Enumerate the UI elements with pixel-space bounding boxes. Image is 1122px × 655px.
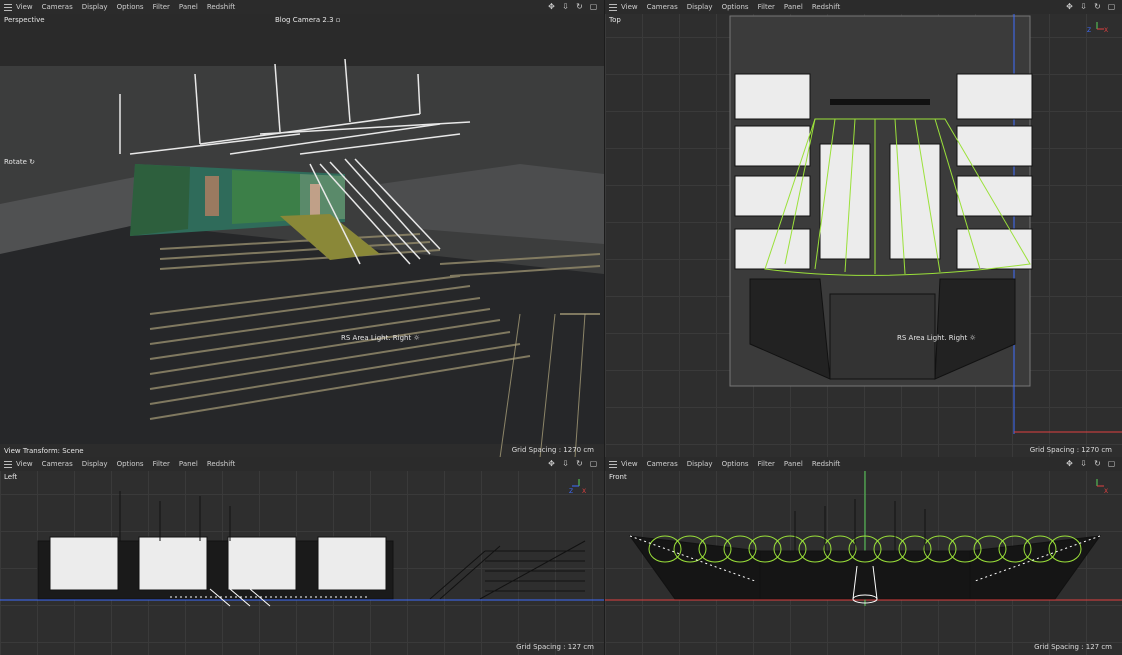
viewport-nav-icons: ✥ ⇩ ↻ ▢ xyxy=(1065,459,1116,468)
rotate-icon[interactable]: ↻ xyxy=(1093,459,1102,468)
svg-text:Z: Z xyxy=(1087,27,1091,34)
menu-view[interactable]: View xyxy=(16,3,33,11)
move-icon[interactable]: ✥ xyxy=(1065,459,1074,468)
move-icon[interactable]: ✥ xyxy=(547,459,556,468)
menu-cameras[interactable]: Cameras xyxy=(647,3,678,11)
svg-text:X: X xyxy=(1104,27,1108,34)
perspective-scene xyxy=(0,14,604,458)
menu-redshift[interactable]: Redshift xyxy=(812,3,840,11)
menu-filter[interactable]: Filter xyxy=(153,460,170,468)
hamburger-icon[interactable] xyxy=(4,460,12,468)
viewport-label: Front xyxy=(609,473,627,481)
hamburger-icon[interactable] xyxy=(4,3,12,11)
light-icon: ☼ xyxy=(969,334,976,342)
maximize-icon[interactable]: ▢ xyxy=(589,2,598,11)
maximize-icon[interactable]: ▢ xyxy=(1107,2,1116,11)
camera-icon: ▫ xyxy=(335,16,341,24)
maximize-icon[interactable]: ▢ xyxy=(589,459,598,468)
rotate-icon[interactable]: ↻ xyxy=(575,2,584,11)
maximize-icon[interactable]: ▢ xyxy=(1107,459,1116,468)
pan-icon[interactable]: ⇩ xyxy=(1079,2,1088,11)
viewport-menubar: View Cameras Display Options Filter Pane… xyxy=(0,457,604,471)
viewport-menubar: View Cameras Display Options Filter Pane… xyxy=(605,457,1122,471)
menu-display[interactable]: Display xyxy=(687,460,713,468)
menu-options[interactable]: Options xyxy=(117,460,144,468)
menu-cameras[interactable]: Cameras xyxy=(42,3,73,11)
menu-options[interactable]: Options xyxy=(117,3,144,11)
front-scene xyxy=(605,471,1122,606)
view-transform: View Transform: Scene xyxy=(4,447,84,455)
viewport-nav-icons: ✥ ⇩ ↻ ▢ xyxy=(1065,2,1116,11)
camera-name[interactable]: Blog Camera 2.3 ▫ xyxy=(275,16,341,24)
grid-spacing: Grid Spacing : 1270 cm xyxy=(511,446,594,454)
viewport-nav-icons: ✥ ⇩ ↻ ▢ xyxy=(547,459,598,468)
move-icon[interactable]: ✥ xyxy=(547,2,556,11)
move-icon[interactable]: ✥ xyxy=(1065,2,1074,11)
pan-icon[interactable]: ⇩ xyxy=(561,459,570,468)
svg-text:Z: Z xyxy=(569,488,573,495)
menu-options[interactable]: Options xyxy=(722,460,749,468)
grid-spacing: Grid Spacing : 1270 cm xyxy=(1029,446,1112,454)
menu-redshift[interactable]: Redshift xyxy=(207,3,235,11)
menu-cameras[interactable]: Cameras xyxy=(42,460,73,468)
viewport-label: Left xyxy=(4,473,18,481)
left-scene xyxy=(0,491,604,607)
viewport-front[interactable]: View Cameras Display Options Filter Pane… xyxy=(605,457,1122,655)
pan-icon[interactable]: ⇩ xyxy=(561,2,570,11)
top-scene xyxy=(729,14,1122,434)
viewport-menubar: View Cameras Display Options Filter Pane… xyxy=(0,0,604,14)
rotate-label: Rotate ↻ xyxy=(4,158,36,166)
viewport-label: Top xyxy=(609,16,621,24)
menu-display[interactable]: Display xyxy=(82,460,108,468)
menu-filter[interactable]: Filter xyxy=(153,3,170,11)
pan-icon[interactable]: ⇩ xyxy=(1079,459,1088,468)
axis-gizmo: Z X xyxy=(1087,22,1108,34)
svg-text:X: X xyxy=(582,488,586,495)
menu-filter[interactable]: Filter xyxy=(758,460,775,468)
menu-redshift[interactable]: Redshift xyxy=(207,460,235,468)
light-icon: ☼ xyxy=(413,334,420,342)
menu-cameras[interactable]: Cameras xyxy=(647,460,678,468)
axis-gizmo: X xyxy=(1096,479,1108,495)
menu-panel[interactable]: Panel xyxy=(784,3,803,11)
menu-options[interactable]: Options xyxy=(722,3,749,11)
front-masts xyxy=(794,499,926,551)
grid-spacing: Grid Spacing : 127 cm xyxy=(1034,643,1112,651)
menu-view[interactable]: View xyxy=(621,460,638,468)
hamburger-icon[interactable] xyxy=(609,460,617,468)
menu-panel[interactable]: Panel xyxy=(179,460,198,468)
viewport-nav-icons: ✥ ⇩ ↻ ▢ xyxy=(547,2,598,11)
menu-filter[interactable]: Filter xyxy=(758,3,775,11)
rotate-mode-icon: ↻ xyxy=(29,158,36,166)
menu-panel[interactable]: Panel xyxy=(179,3,198,11)
menu-view[interactable]: View xyxy=(621,3,638,11)
menu-display[interactable]: Display xyxy=(82,3,108,11)
menu-display[interactable]: Display xyxy=(687,3,713,11)
light-label: RS Area Light. Right ☼ xyxy=(341,334,420,342)
light-label: RS Area Light. Right ☼ xyxy=(897,334,976,342)
menu-redshift[interactable]: Redshift xyxy=(812,460,840,468)
hamburger-icon[interactable] xyxy=(609,3,617,11)
grid-spacing: Grid Spacing : 127 cm xyxy=(516,643,594,651)
axis-gizmo: Z X xyxy=(569,479,586,495)
menu-panel[interactable]: Panel xyxy=(784,460,803,468)
svg-text:X: X xyxy=(1104,488,1108,495)
viewport-top[interactable]: View Cameras Display Options Filter Pane… xyxy=(605,0,1122,458)
viewport-perspective[interactable]: View Cameras Display Options Filter Pane… xyxy=(0,0,604,458)
viewport-menubar: View Cameras Display Options Filter Pane… xyxy=(605,0,1122,14)
rotate-icon[interactable]: ↻ xyxy=(1093,2,1102,11)
viewport-label: Perspective xyxy=(4,16,45,24)
menu-view[interactable]: View xyxy=(16,460,33,468)
viewport-left[interactable]: View Cameras Display Options Filter Pane… xyxy=(0,457,604,655)
rotate-icon[interactable]: ↻ xyxy=(575,459,584,468)
side-structure xyxy=(37,536,394,600)
